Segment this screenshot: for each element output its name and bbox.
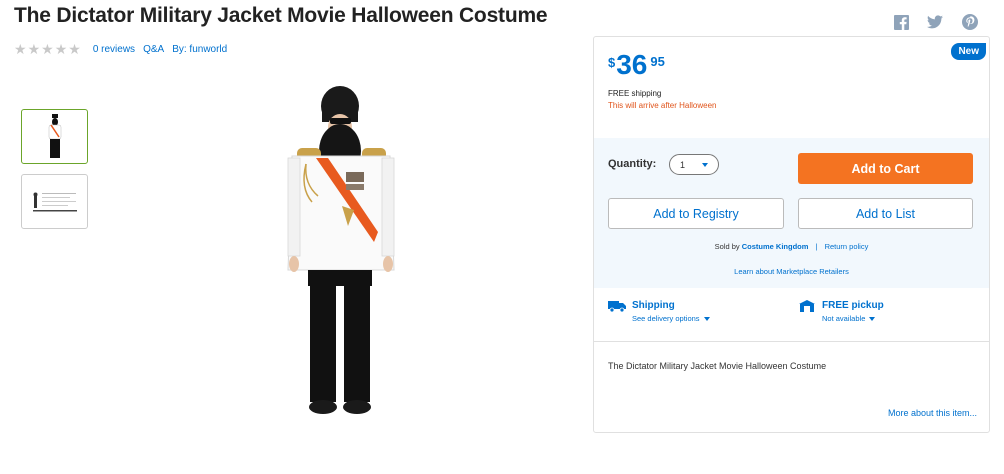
product-meta: ★ ★ ★ ★ ★ 0 reviews Q&A By: funworld [14,42,235,56]
purchase-actions: Quantity: 1 Add to Cart Add to Registry … [594,138,989,288]
free-shipping-note: FREE shipping [608,89,662,98]
thumbnail-1[interactable] [21,109,88,164]
price-currency: $ [608,55,616,70]
product-image[interactable] [282,84,402,418]
quantity-label: Quantity: [608,158,657,170]
product-title: The Dictator Military Jacket Movie Hallo… [14,4,548,27]
star-icon: ★ [27,41,41,57]
star-icon: ★ [14,41,27,57]
dictator-costume-illustration [287,86,395,414]
add-to-registry-button[interactable]: Add to Registry [608,198,784,229]
price-cents: 95 [650,54,665,69]
reviews-link[interactable]: 0 reviews [93,44,135,55]
marketplace-link[interactable]: Learn about Marketplace Retailers [594,267,989,276]
thumbnail-costume-figure [48,113,61,158]
pickup-option[interactable]: FREE pickup Not available [798,300,884,323]
pinterest-icon[interactable] [961,13,979,31]
pickup-availability-text: Not available [822,314,866,323]
chevron-down-icon [869,316,876,321]
sold-by-prefix: Sold by [714,242,740,251]
delivery-options-link[interactable]: See delivery options [632,314,710,323]
new-badge: New [951,43,986,60]
twitter-icon[interactable] [926,13,944,31]
price: $ 36 95 [608,51,665,79]
sold-by-line: Sold by Costume Kingdom | Return policy [594,242,989,251]
quantity-value: 1 [680,159,686,170]
qa-link[interactable]: Q&A [143,44,164,55]
pickup-availability-link[interactable]: Not available [822,314,884,323]
facebook-icon[interactable] [892,13,910,31]
rating-stars[interactable]: ★ ★ ★ ★ ★ [14,42,81,56]
thumbnail-2[interactable] [21,174,88,229]
delivery-options-text: See delivery options [632,314,700,323]
return-policy-link[interactable]: Return policy [825,242,869,251]
store-icon [799,300,815,312]
more-about-item-link[interactable]: More about this item... [888,408,977,418]
divider [594,341,989,342]
add-to-cart-button[interactable]: Add to Cart [798,153,973,184]
buy-box: New $ 36 95 FREE shipping This will arri… [593,36,990,433]
brand-link[interactable]: By: funworld [172,44,227,55]
thumbnail-size-chart [32,192,77,211]
seller-link[interactable]: Costume Kingdom [742,242,809,251]
add-to-list-button[interactable]: Add to List [798,198,973,229]
chevron-down-icon [702,163,708,167]
chevron-down-icon [703,316,710,321]
price-dollars: 36 [616,49,648,80]
short-description: The Dictator Military Jacket Movie Hallo… [608,361,827,371]
arrival-warning: This will arrive after Halloween [608,101,717,110]
truck-icon [608,301,626,312]
star-icon: ★ [41,41,54,57]
star-icon: ★ [54,41,68,57]
pickup-label: FREE pickup [822,300,884,311]
separator: | [815,242,818,251]
shipping-label: Shipping [632,300,675,311]
quantity-select[interactable]: 1 [669,154,719,175]
shipping-option[interactable]: Shipping See delivery options [608,300,710,323]
star-icon: ★ [68,41,81,57]
